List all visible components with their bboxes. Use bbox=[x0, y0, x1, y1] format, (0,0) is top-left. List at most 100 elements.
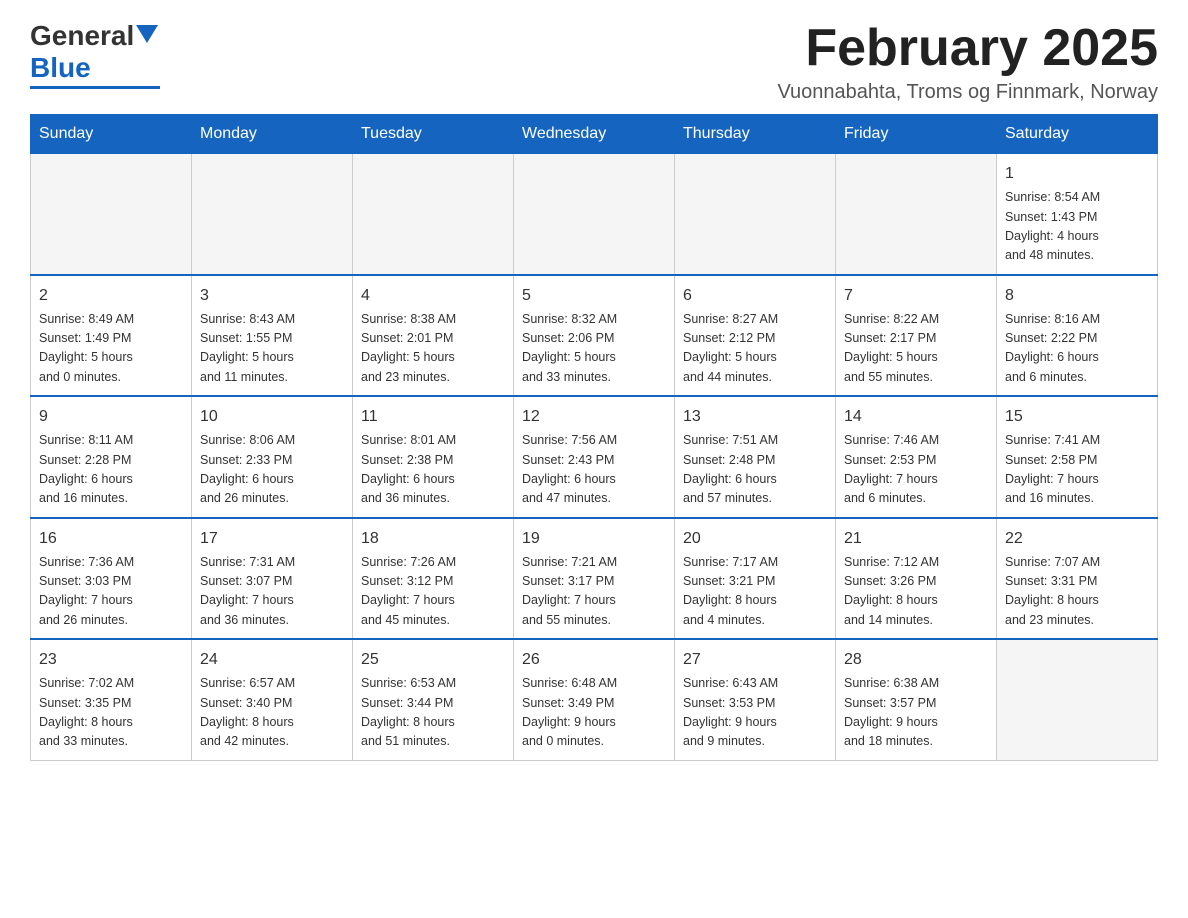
day-info: Sunrise: 8:22 AMSunset: 2:17 PMDaylight:… bbox=[844, 310, 988, 388]
day-number: 11 bbox=[361, 405, 505, 429]
calendar-day: 10Sunrise: 8:06 AMSunset: 2:33 PMDayligh… bbox=[192, 396, 353, 518]
calendar-table: Sunday Monday Tuesday Wednesday Thursday… bbox=[30, 114, 1158, 761]
day-info: Sunrise: 7:07 AMSunset: 3:31 PMDaylight:… bbox=[1005, 553, 1149, 631]
title-section: February 2025 Vuonnabahta, Troms og Finn… bbox=[777, 20, 1158, 104]
day-info: Sunrise: 7:21 AMSunset: 3:17 PMDaylight:… bbox=[522, 553, 666, 631]
calendar-week-4: 16Sunrise: 7:36 AMSunset: 3:03 PMDayligh… bbox=[31, 518, 1158, 640]
day-info: Sunrise: 7:46 AMSunset: 2:53 PMDaylight:… bbox=[844, 431, 988, 509]
calendar-day: 24Sunrise: 6:57 AMSunset: 3:40 PMDayligh… bbox=[192, 639, 353, 760]
header-sunday: Sunday bbox=[31, 115, 192, 154]
day-info: Sunrise: 7:36 AMSunset: 3:03 PMDaylight:… bbox=[39, 553, 183, 631]
calendar-day: 12Sunrise: 7:56 AMSunset: 2:43 PMDayligh… bbox=[514, 396, 675, 518]
logo-general-text: General bbox=[30, 20, 134, 52]
day-number: 4 bbox=[361, 284, 505, 308]
day-number: 21 bbox=[844, 527, 988, 551]
calendar-day: 2Sunrise: 8:49 AMSunset: 1:49 PMDaylight… bbox=[31, 275, 192, 397]
calendar-day: 19Sunrise: 7:21 AMSunset: 3:17 PMDayligh… bbox=[514, 518, 675, 640]
day-info: Sunrise: 6:57 AMSunset: 3:40 PMDaylight:… bbox=[200, 674, 344, 752]
day-number: 10 bbox=[200, 405, 344, 429]
calendar-day: 14Sunrise: 7:46 AMSunset: 2:53 PMDayligh… bbox=[836, 396, 997, 518]
location-text: Vuonnabahta, Troms og Finnmark, Norway bbox=[777, 81, 1158, 104]
day-info: Sunrise: 7:26 AMSunset: 3:12 PMDaylight:… bbox=[361, 553, 505, 631]
day-info: Sunrise: 7:51 AMSunset: 2:48 PMDaylight:… bbox=[683, 431, 827, 509]
day-info: Sunrise: 6:53 AMSunset: 3:44 PMDaylight:… bbox=[361, 674, 505, 752]
day-info: Sunrise: 7:17 AMSunset: 3:21 PMDaylight:… bbox=[683, 553, 827, 631]
header-saturday: Saturday bbox=[997, 115, 1158, 154]
calendar-day bbox=[997, 639, 1158, 760]
calendar-day: 25Sunrise: 6:53 AMSunset: 3:44 PMDayligh… bbox=[353, 639, 514, 760]
calendar-day: 7Sunrise: 8:22 AMSunset: 2:17 PMDaylight… bbox=[836, 275, 997, 397]
calendar-week-1: 1Sunrise: 8:54 AMSunset: 1:43 PMDaylight… bbox=[31, 154, 1158, 275]
day-number: 3 bbox=[200, 284, 344, 308]
day-number: 5 bbox=[522, 284, 666, 308]
day-info: Sunrise: 6:43 AMSunset: 3:53 PMDaylight:… bbox=[683, 674, 827, 752]
day-info: Sunrise: 8:43 AMSunset: 1:55 PMDaylight:… bbox=[200, 310, 344, 388]
calendar-day: 5Sunrise: 8:32 AMSunset: 2:06 PMDaylight… bbox=[514, 275, 675, 397]
day-number: 19 bbox=[522, 527, 666, 551]
day-info: Sunrise: 8:11 AMSunset: 2:28 PMDaylight:… bbox=[39, 431, 183, 509]
calendar-day: 22Sunrise: 7:07 AMSunset: 3:31 PMDayligh… bbox=[997, 518, 1158, 640]
header-monday: Monday bbox=[192, 115, 353, 154]
day-number: 2 bbox=[39, 284, 183, 308]
logo-underline bbox=[30, 86, 160, 89]
day-info: Sunrise: 8:27 AMSunset: 2:12 PMDaylight:… bbox=[683, 310, 827, 388]
logo: General Blue bbox=[30, 20, 160, 89]
calendar-day bbox=[514, 154, 675, 275]
day-info: Sunrise: 7:12 AMSunset: 3:26 PMDaylight:… bbox=[844, 553, 988, 631]
calendar-day: 21Sunrise: 7:12 AMSunset: 3:26 PMDayligh… bbox=[836, 518, 997, 640]
header-friday: Friday bbox=[836, 115, 997, 154]
calendar-day: 23Sunrise: 7:02 AMSunset: 3:35 PMDayligh… bbox=[31, 639, 192, 760]
calendar-header-row: Sunday Monday Tuesday Wednesday Thursday… bbox=[31, 115, 1158, 154]
calendar-day: 6Sunrise: 8:27 AMSunset: 2:12 PMDaylight… bbox=[675, 275, 836, 397]
header-thursday: Thursday bbox=[675, 115, 836, 154]
day-number: 26 bbox=[522, 648, 666, 672]
day-number: 6 bbox=[683, 284, 827, 308]
calendar-day: 13Sunrise: 7:51 AMSunset: 2:48 PMDayligh… bbox=[675, 396, 836, 518]
calendar-day bbox=[192, 154, 353, 275]
calendar-day: 11Sunrise: 8:01 AMSunset: 2:38 PMDayligh… bbox=[353, 396, 514, 518]
day-number: 12 bbox=[522, 405, 666, 429]
calendar-day: 20Sunrise: 7:17 AMSunset: 3:21 PMDayligh… bbox=[675, 518, 836, 640]
day-info: Sunrise: 8:16 AMSunset: 2:22 PMDaylight:… bbox=[1005, 310, 1149, 388]
day-info: Sunrise: 6:38 AMSunset: 3:57 PMDaylight:… bbox=[844, 674, 988, 752]
day-number: 18 bbox=[361, 527, 505, 551]
calendar-day: 28Sunrise: 6:38 AMSunset: 3:57 PMDayligh… bbox=[836, 639, 997, 760]
calendar-day: 3Sunrise: 8:43 AMSunset: 1:55 PMDaylight… bbox=[192, 275, 353, 397]
day-number: 8 bbox=[1005, 284, 1149, 308]
logo-blue-text: Blue bbox=[30, 52, 91, 84]
calendar-week-5: 23Sunrise: 7:02 AMSunset: 3:35 PMDayligh… bbox=[31, 639, 1158, 760]
header-wednesday: Wednesday bbox=[514, 115, 675, 154]
calendar-day bbox=[836, 154, 997, 275]
day-number: 1 bbox=[1005, 162, 1149, 186]
header-tuesday: Tuesday bbox=[353, 115, 514, 154]
day-number: 27 bbox=[683, 648, 827, 672]
day-info: Sunrise: 6:48 AMSunset: 3:49 PMDaylight:… bbox=[522, 674, 666, 752]
day-info: Sunrise: 8:01 AMSunset: 2:38 PMDaylight:… bbox=[361, 431, 505, 509]
calendar-day: 17Sunrise: 7:31 AMSunset: 3:07 PMDayligh… bbox=[192, 518, 353, 640]
calendar-day: 18Sunrise: 7:26 AMSunset: 3:12 PMDayligh… bbox=[353, 518, 514, 640]
day-info: Sunrise: 8:38 AMSunset: 2:01 PMDaylight:… bbox=[361, 310, 505, 388]
day-number: 16 bbox=[39, 527, 183, 551]
calendar-day: 8Sunrise: 8:16 AMSunset: 2:22 PMDaylight… bbox=[997, 275, 1158, 397]
day-number: 24 bbox=[200, 648, 344, 672]
calendar-day: 27Sunrise: 6:43 AMSunset: 3:53 PMDayligh… bbox=[675, 639, 836, 760]
day-number: 13 bbox=[683, 405, 827, 429]
calendar-day: 9Sunrise: 8:11 AMSunset: 2:28 PMDaylight… bbox=[31, 396, 192, 518]
day-number: 28 bbox=[844, 648, 988, 672]
day-info: Sunrise: 7:02 AMSunset: 3:35 PMDaylight:… bbox=[39, 674, 183, 752]
day-number: 17 bbox=[200, 527, 344, 551]
calendar-day: 1Sunrise: 8:54 AMSunset: 1:43 PMDaylight… bbox=[997, 154, 1158, 275]
calendar-day bbox=[675, 154, 836, 275]
day-number: 14 bbox=[844, 405, 988, 429]
day-number: 15 bbox=[1005, 405, 1149, 429]
day-info: Sunrise: 8:32 AMSunset: 2:06 PMDaylight:… bbox=[522, 310, 666, 388]
day-number: 7 bbox=[844, 284, 988, 308]
day-number: 9 bbox=[39, 405, 183, 429]
calendar-week-3: 9Sunrise: 8:11 AMSunset: 2:28 PMDaylight… bbox=[31, 396, 1158, 518]
month-title: February 2025 bbox=[777, 20, 1158, 77]
logo-arrow-icon bbox=[136, 25, 158, 47]
calendar-day bbox=[31, 154, 192, 275]
calendar-day: 26Sunrise: 6:48 AMSunset: 3:49 PMDayligh… bbox=[514, 639, 675, 760]
day-number: 20 bbox=[683, 527, 827, 551]
day-number: 23 bbox=[39, 648, 183, 672]
